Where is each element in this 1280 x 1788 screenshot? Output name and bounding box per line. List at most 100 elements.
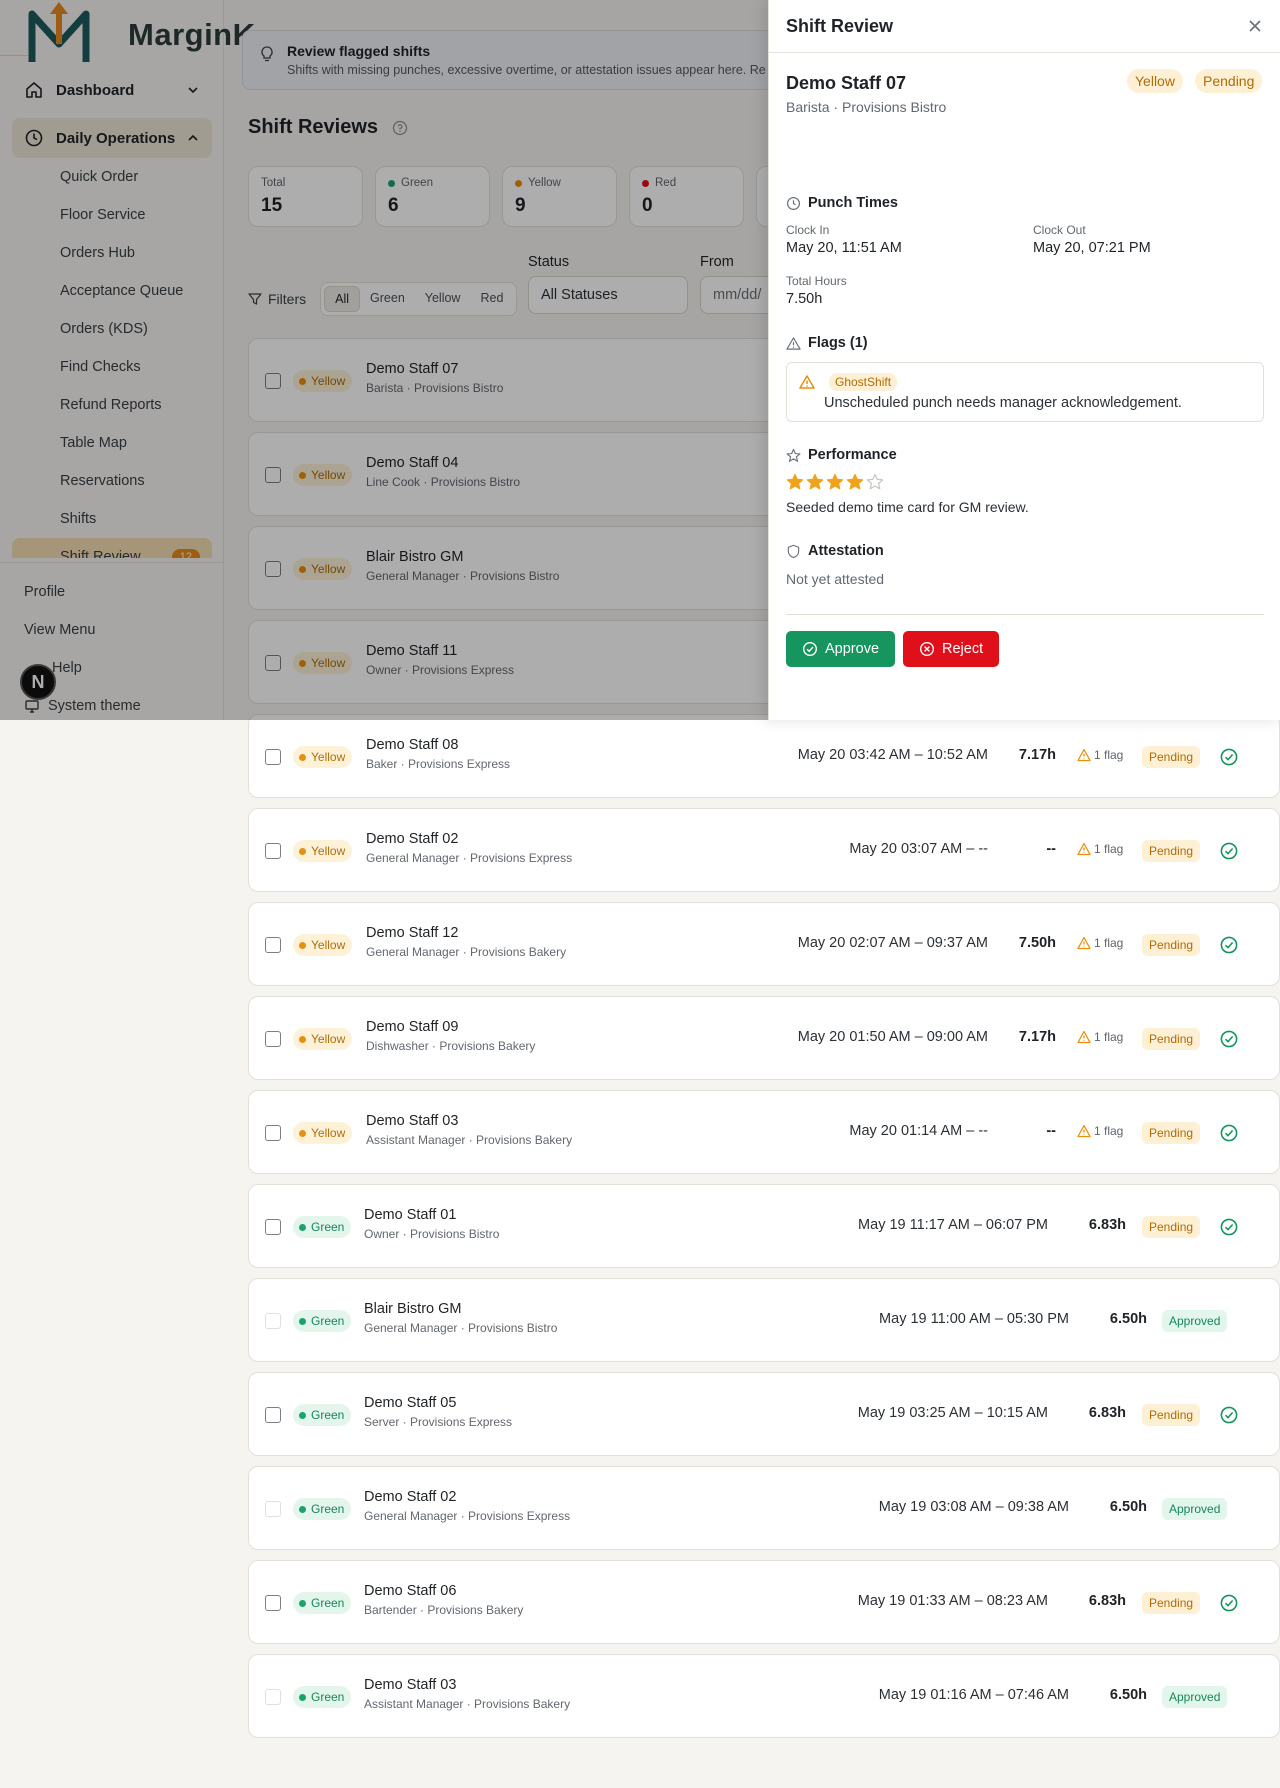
staff-role: Assistant Manager · Provisions Bakery xyxy=(364,1697,571,1711)
flag-count-label: 1 flag xyxy=(1094,1124,1124,1138)
shift-hours: 7.17h xyxy=(1018,747,1056,763)
performance-heading-text: Performance xyxy=(808,447,897,463)
approve-check-icon[interactable] xyxy=(1219,1029,1239,1049)
approve-check-icon[interactable] xyxy=(1219,1123,1239,1143)
staff-name: Demo Staff 09 xyxy=(366,1019,459,1035)
table-row[interactable]: Green Demo Staff 05 Server · Provisions Ex… xyxy=(248,1372,1280,1456)
staff-role: Assistant Manager · Provisions Bakery xyxy=(366,1133,573,1147)
shift-times: May 20 03:42 AM – 10:52 AM xyxy=(797,747,988,763)
shield-icon xyxy=(787,544,800,558)
shift-hours: -- xyxy=(1046,1123,1056,1139)
approve-check-icon[interactable] xyxy=(1219,1405,1239,1425)
status-dot-icon xyxy=(299,1599,306,1607)
staff-role: General Manager · Provisions Bistro xyxy=(364,1321,558,1335)
table-row[interactable]: Yellow Demo Staff 08 Baker · Provisions Ex… xyxy=(248,714,1280,798)
star-filled-icon[interactable] xyxy=(826,473,844,491)
row-checkbox[interactable] xyxy=(265,1407,281,1423)
shift-hours: 6.83h xyxy=(1088,1405,1126,1421)
row-checkbox[interactable] xyxy=(265,1595,281,1611)
review-status-tag: Pending xyxy=(1195,69,1263,93)
table-row[interactable]: Green Demo Staff 03 Assistant Manager · Pr… xyxy=(248,1654,1280,1738)
rating-stars xyxy=(786,473,884,491)
check-circle-icon xyxy=(802,641,818,657)
row-checkbox[interactable] xyxy=(265,1219,281,1235)
star-filled-icon[interactable] xyxy=(846,473,864,491)
table-row[interactable]: Green Demo Staff 02 General Manager · Prov… xyxy=(248,1466,1280,1550)
status-dot-icon xyxy=(299,1317,306,1325)
status-pill-label: Green xyxy=(311,1502,345,1516)
status-pill: Green xyxy=(293,1498,352,1520)
staff-role: Owner · Provisions Bistro xyxy=(364,1227,500,1241)
warning-icon xyxy=(1077,842,1091,856)
table-row[interactable]: Green Demo Staff 06 Bartender · Provisions… xyxy=(248,1560,1280,1644)
row-checkbox[interactable] xyxy=(265,843,281,859)
star-filled-icon[interactable] xyxy=(786,473,804,491)
shift-times: May 19 01:33 AM – 08:23 AM xyxy=(857,1593,1048,1609)
approve-check-icon[interactable] xyxy=(1219,1217,1239,1237)
employee-name: Demo Staff 07 xyxy=(786,73,907,93)
modal-backdrop[interactable] xyxy=(0,0,768,720)
star-empty-icon[interactable] xyxy=(866,473,884,491)
table-row[interactable]: Yellow Demo Staff 03 Assistant Manager · P… xyxy=(248,1090,1280,1174)
shift-times: May 20 01:14 AM – -- xyxy=(849,1123,988,1139)
status-pill: Green xyxy=(293,1686,352,1708)
staff-name: Demo Staff 02 xyxy=(364,1489,457,1505)
table-row[interactable]: Green Demo Staff 01 Owner · Provisions Bis… xyxy=(248,1184,1280,1268)
status-tag: Yellow xyxy=(1127,69,1183,93)
warning-icon xyxy=(1077,1030,1091,1044)
row-checkbox[interactable] xyxy=(265,937,281,953)
approve-button-label: Approve xyxy=(825,641,880,657)
status-pill: Yellow xyxy=(293,840,353,862)
status-dot-icon xyxy=(299,1223,306,1231)
clock-in-label: Clock In xyxy=(786,223,830,237)
staff-name: Demo Staff 01 xyxy=(364,1207,457,1223)
shift-times: May 20 02:07 AM – 09:37 AM xyxy=(797,935,988,951)
table-row[interactable]: Green Blair Bistro GM General Manager · Pr… xyxy=(248,1278,1280,1362)
status-pill-label: Yellow xyxy=(311,1032,346,1046)
warning-icon xyxy=(786,336,801,350)
approve-check-icon[interactable] xyxy=(1219,1593,1239,1613)
drawer-title: Shift Review xyxy=(786,15,894,36)
flag-card: GhostShift Unscheduled punch needs manag… xyxy=(786,362,1264,422)
staff-role: General Manager · Provisions Bakery xyxy=(366,945,567,959)
review-status-badge: Approved xyxy=(1162,1498,1228,1520)
status-pill: Yellow xyxy=(293,1122,353,1144)
status-pill: Yellow xyxy=(293,746,353,768)
row-checkbox[interactable] xyxy=(265,749,281,765)
status-pill-label: Yellow xyxy=(311,1126,346,1140)
shift-hours: 7.17h xyxy=(1018,1029,1056,1045)
warning-icon xyxy=(1077,748,1091,762)
warning-icon xyxy=(1077,1124,1091,1138)
status-pill: Yellow xyxy=(293,934,353,956)
status-dot-icon xyxy=(299,1693,306,1701)
staff-role: General Manager · Provisions Express xyxy=(366,851,573,865)
status-pill: Green xyxy=(293,1404,352,1426)
approve-check-icon[interactable] xyxy=(1219,935,1239,955)
review-status-badge: Approved xyxy=(1162,1686,1228,1708)
flag-count-label: 1 flag xyxy=(1094,842,1124,856)
flag-count: 1 flag xyxy=(1077,936,1123,950)
row-checkbox[interactable] xyxy=(265,1031,281,1047)
reject-button[interactable]: Reject xyxy=(903,631,1000,667)
reject-button-label: Reject xyxy=(942,641,984,657)
close-icon[interactable] xyxy=(1247,18,1263,34)
table-row[interactable]: Yellow Demo Staff 02 General Manager · Pro… xyxy=(248,808,1280,892)
flag-type-chip: GhostShift xyxy=(829,373,898,391)
staff-name: Blair Bistro GM xyxy=(364,1301,462,1317)
status-pill: Green xyxy=(293,1310,352,1332)
clock-icon xyxy=(786,196,801,210)
row-checkbox[interactable] xyxy=(265,1125,281,1141)
flag-count: 1 flag xyxy=(1077,1124,1123,1138)
review-status-badge: Approved xyxy=(1162,1310,1228,1332)
table-row[interactable]: Yellow Demo Staff 12 General Manager · Pro… xyxy=(248,902,1280,986)
star-filled-icon[interactable] xyxy=(806,473,824,491)
clock-in-value: May 20, 11:51 AM xyxy=(786,240,902,256)
total-hours-label: Total Hours xyxy=(786,274,847,288)
table-row[interactable]: Yellow Demo Staff 09 Dishwasher · Provisio… xyxy=(248,996,1280,1080)
star-icon xyxy=(786,448,801,462)
staff-name: Demo Staff 02 xyxy=(366,831,459,847)
approve-check-icon[interactable] xyxy=(1219,841,1239,861)
approve-button[interactable]: Approve xyxy=(786,631,896,667)
approve-check-icon[interactable] xyxy=(1219,747,1239,767)
staff-role: Dishwasher · Provisions Bakery xyxy=(366,1039,536,1053)
